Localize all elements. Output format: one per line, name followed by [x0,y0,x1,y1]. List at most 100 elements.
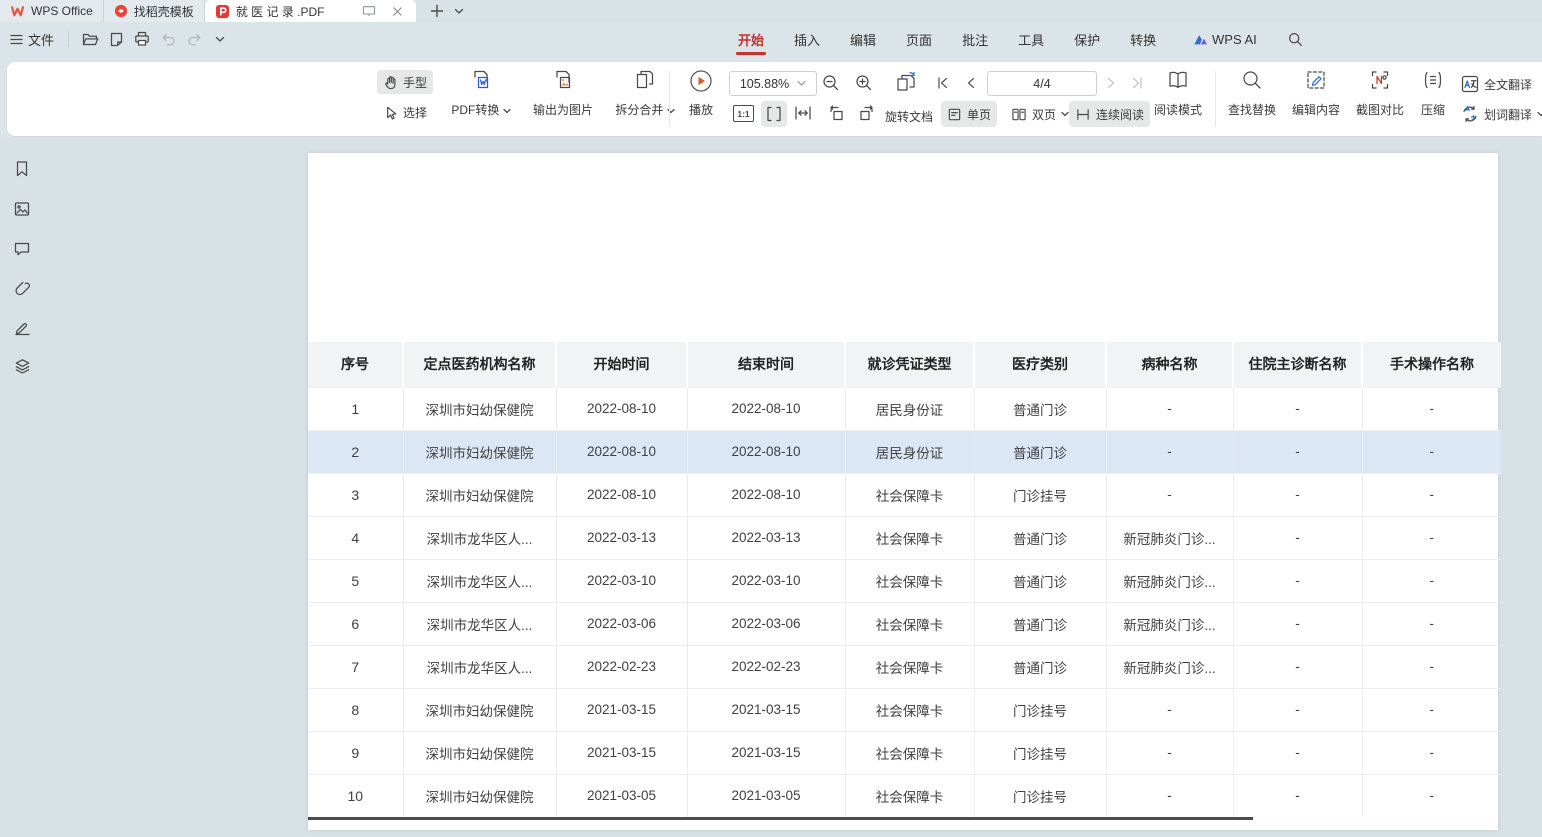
zoom-out-icon[interactable] [821,73,841,93]
menu-tab[interactable]: 批注 [962,22,988,57]
menu-search-icon[interactable] [1287,31,1304,48]
divider [669,71,670,127]
rotate-right-icon[interactable] [857,104,876,123]
actual-size-icon[interactable]: 1:1 [733,105,754,122]
open-file-icon[interactable] [77,27,103,51]
table-cell: 深圳市妇幼保健院 [403,774,556,817]
word-translation-button[interactable]: 划词翻译 [1455,102,1542,126]
full-translation-button[interactable]: 全文翻译 [1455,72,1538,96]
new-tab-button[interactable] [426,0,448,22]
bookmark-icon[interactable] [13,160,31,178]
table-cell: 深圳市龙华区人... [403,559,556,602]
table-cell: - [1362,774,1501,817]
table-cell: 2021-03-05 [687,774,845,817]
table-cell: 2022-02-23 [687,645,845,688]
hamburger-icon [10,34,23,45]
screenshot-compare-icon [1368,68,1392,92]
wps-ai-menu[interactable]: WPS AI [1193,32,1257,47]
page-indicator-input[interactable]: 4/4 [987,71,1097,96]
thumbnail-icon[interactable] [13,200,31,218]
table-cell: 2021-03-15 [556,688,687,731]
fit-width-icon[interactable] [793,104,813,122]
play-button[interactable]: 播放 [677,62,725,126]
select-tool-button[interactable]: 选择 [377,100,433,124]
table-cell: 2022-03-06 [556,602,687,645]
present-to-screen-icon[interactable] [358,5,380,17]
table-cell: 新冠肺炎门诊... [1106,559,1233,602]
menu-tab[interactable]: 工具 [1018,22,1044,57]
table-cell: 2 [308,430,403,473]
column-header: 就诊凭证类型 [845,342,974,387]
table-cell: 2022-08-10 [687,430,845,473]
quickbar-more-caret-icon[interactable] [207,27,233,51]
split-merge-icon [633,68,657,92]
full-translation-icon [1461,75,1479,93]
rotate-document-label[interactable]: 旋转文档 [885,108,933,125]
file-menu[interactable]: 文件 [10,30,54,49]
table-cell: 社会保障卡 [845,602,974,645]
compress-button[interactable]: 压缩 [1413,62,1453,126]
next-page-icon[interactable] [1103,75,1119,91]
hand-tool-button[interactable]: 手型 [377,70,433,94]
table-cell: 2022-08-10 [556,430,687,473]
attachment-icon[interactable] [13,279,32,298]
tab-docer[interactable]: 找稻壳模板 [104,0,205,22]
undo-icon[interactable] [155,27,181,51]
split-merge-button[interactable]: 拆分合并 [605,62,685,126]
docer-icon [114,4,128,18]
redo-icon[interactable] [181,27,207,51]
edit-content-button[interactable]: 编辑内容 [1285,62,1347,126]
first-page-icon[interactable] [935,75,951,91]
menu-tab[interactable]: 转换 [1130,22,1156,57]
find-replace-button[interactable]: 查找替换 [1221,62,1283,126]
table-cell: - [1362,602,1501,645]
table-cell: - [1233,645,1362,688]
rotate-left-icon[interactable] [827,104,846,123]
table-cell: 深圳市妇幼保健院 [403,688,556,731]
pdf-convert-button[interactable]: PDF转换 [441,62,521,126]
column-header: 医疗类别 [974,342,1106,387]
menu-tab[interactable]: 页面 [906,22,932,57]
table-cell: 2022-08-10 [687,473,845,516]
export-as-image-button[interactable]: 输出为图片 [521,62,605,126]
medical-records-table: 序号定点医药机构名称开始时间结束时间就诊凭证类型医疗类别病种名称住院主诊断名称手… [308,342,1501,817]
comment-icon[interactable] [13,240,31,258]
previous-page-icon[interactable] [963,75,979,91]
table-cell: 门诊挂号 [974,774,1106,817]
close-tab-icon[interactable] [386,6,408,17]
tab-list-caret-icon[interactable] [448,0,470,22]
table-cell: 2022-03-13 [556,516,687,559]
double-page-button[interactable]: 双页 [1005,101,1075,127]
table-cell: - [1362,387,1501,430]
table-cell: 普通门诊 [974,387,1106,430]
fit-page-icon[interactable] [761,101,787,127]
table-cell: 门诊挂号 [974,473,1106,516]
menu-tab[interactable]: 开始 [738,22,764,57]
tab-wps-office[interactable]: WPS Office [0,0,104,22]
tab-document[interactable]: 就 医 记 录 .PDF [205,0,417,22]
table-cell: - [1362,473,1501,516]
table-cell: 社会保障卡 [845,645,974,688]
table-cell: 社会保障卡 [845,559,974,602]
layers-icon[interactable] [13,357,32,376]
screenshot-compare-button[interactable]: 截图对比 [1349,62,1411,126]
read-mode-button[interactable]: 阅读模式 [1148,62,1208,126]
table-cell: 2021-03-15 [687,731,845,774]
zoom-in-icon[interactable] [854,73,874,93]
signature-pen-icon[interactable] [13,318,32,337]
continuous-reading-button[interactable]: 连续阅读 [1069,101,1150,127]
print-icon[interactable] [129,27,155,51]
save-icon[interactable] [103,27,129,51]
menu-tab[interactable]: 编辑 [850,22,876,57]
menu-tab[interactable]: 插入 [794,22,820,57]
replace-pages-icon[interactable] [893,70,919,96]
single-page-button[interactable]: 单页 [941,101,997,127]
zoom-level-select[interactable]: 105.88% [729,71,817,96]
play-icon [688,68,714,94]
table-cell: 5 [308,559,403,602]
horizontal-scrollbar[interactable] [308,817,1253,820]
last-page-icon[interactable] [1129,75,1145,91]
table-cell: - [1362,731,1501,774]
export-image-icon [551,68,575,92]
menu-tab[interactable]: 保护 [1074,22,1100,57]
